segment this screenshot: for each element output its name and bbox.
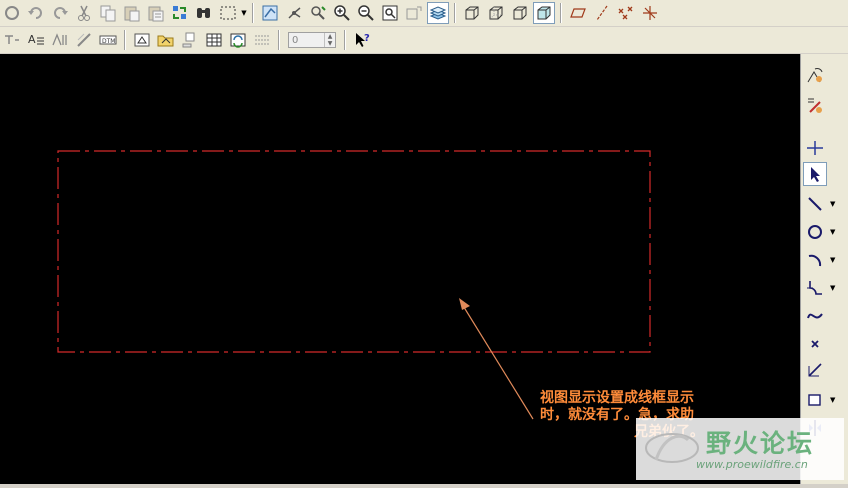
no-hidden-icon[interactable] (509, 2, 531, 24)
spinner-value: 0 (292, 34, 299, 46)
toolbar-separator (454, 3, 456, 23)
arc-icon[interactable] (803, 248, 827, 272)
paste-special-icon[interactable] (145, 2, 167, 24)
zoom-in-icon[interactable] (331, 2, 353, 24)
spinner-arrows-icon[interactable]: ▲ ▼ (324, 33, 335, 47)
annotation-arrow-shaft (461, 303, 534, 420)
main-toolbar: ▼ (0, 0, 848, 26)
cut-icon[interactable] (73, 2, 95, 24)
point-icon[interactable] (803, 332, 827, 356)
datum-point-icon[interactable] (615, 2, 637, 24)
refit-icon[interactable] (379, 2, 401, 24)
svg-text:DTM: DTM (102, 38, 115, 45)
toolbar-separator (344, 30, 346, 50)
offset-icon[interactable] (803, 358, 827, 382)
rectangle-dropdown-icon[interactable]: ▼ (830, 396, 835, 404)
display-constraints-icon[interactable] (803, 94, 827, 118)
toolbar-separator (278, 30, 280, 50)
text-style-icon[interactable]: A (25, 29, 47, 51)
sketch-tool-icon[interactable] (73, 29, 95, 51)
toolbar-separator (124, 30, 126, 50)
redo-icon[interactable] (49, 2, 71, 24)
copy-icon[interactable] (97, 2, 119, 24)
line-dropdown-icon[interactable]: ▼ (830, 200, 835, 208)
select-box-icon[interactable] (217, 2, 239, 24)
new-icon[interactable] (1, 2, 23, 24)
dimension-icon[interactable] (1, 29, 23, 51)
rectangle-icon[interactable] (803, 388, 827, 412)
place-section-icon[interactable] (179, 29, 201, 51)
find-icon[interactable] (193, 2, 215, 24)
toolbar-separator (560, 3, 562, 23)
intent-manager-icon[interactable]: DTM (97, 29, 119, 51)
arc-dropdown-icon[interactable]: ▼ (830, 256, 835, 264)
circle-icon[interactable] (803, 220, 827, 244)
replace-icon[interactable] (227, 29, 249, 51)
folder-icon[interactable] (155, 29, 177, 51)
annotation-line-1: 视图显示设置成线框显示 (540, 390, 694, 406)
spline-icon[interactable] (803, 304, 827, 328)
spinner-input[interactable]: 0 ▲ ▼ (288, 32, 336, 48)
sketch-view-icon[interactable] (131, 29, 153, 51)
hidden-line-icon[interactable] (485, 2, 507, 24)
paste-icon[interactable] (121, 2, 143, 24)
wireframe-icon[interactable] (461, 2, 483, 24)
annotation-arrow-head (459, 298, 470, 310)
watermark-url: www.proewildfire.cn (696, 458, 808, 471)
circle-dropdown-icon[interactable]: ▼ (830, 228, 835, 236)
svg-text:?: ? (364, 33, 370, 44)
line-icon[interactable] (803, 192, 827, 216)
select-arrow-icon[interactable] (803, 162, 827, 186)
layers-icon[interactable] (427, 2, 449, 24)
coordinate-system-icon[interactable] (639, 2, 661, 24)
shading-icon[interactable] (533, 2, 555, 24)
centerline-icon[interactable] (803, 136, 827, 160)
orient-icon[interactable] (307, 2, 329, 24)
fillet-dropdown-icon[interactable]: ▼ (830, 284, 835, 292)
datum-plane-icon[interactable] (567, 2, 589, 24)
forum-watermark: 野火论坛 www.proewildfire.cn (636, 418, 844, 480)
display-dims-icon[interactable] (803, 64, 827, 88)
zoom-out-icon[interactable] (355, 2, 377, 24)
whats-this-icon[interactable]: ? (351, 29, 373, 51)
saved-views-icon[interactable] (403, 2, 425, 24)
regenerate-icon[interactable] (169, 2, 191, 24)
fillet-icon[interactable] (803, 276, 827, 300)
toolbar-separator (252, 3, 254, 23)
table-icon[interactable] (203, 29, 225, 51)
spin-center-icon[interactable] (283, 2, 305, 24)
svg-text:A: A (28, 33, 36, 46)
repaint-icon[interactable] (259, 2, 281, 24)
watermark-title: 野火论坛 (706, 429, 815, 458)
secondary-toolbar: A DTM 0 ▲ ▼ ? (0, 27, 848, 53)
select-dropdown-icon[interactable]: ▼ (240, 2, 248, 24)
relations-icon[interactable] (49, 29, 71, 51)
datum-axis-icon[interactable] (591, 2, 613, 24)
parameters-icon[interactable] (251, 29, 273, 51)
sketch-rectangle[interactable] (57, 150, 651, 353)
undo-icon[interactable] (25, 2, 47, 24)
